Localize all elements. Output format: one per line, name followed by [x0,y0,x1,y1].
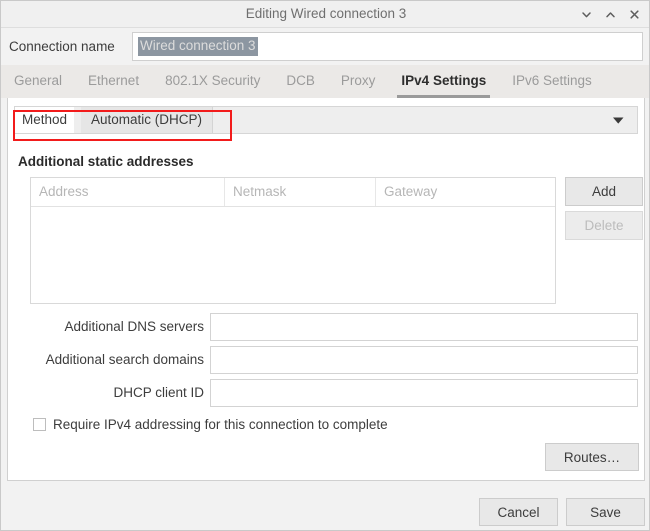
dns-servers-input[interactable] [210,313,638,341]
search-domains-row: Additional search domains [8,346,646,375]
dhcp-client-id-row: DHCP client ID [8,379,646,408]
column-header-address: Address [31,178,225,206]
column-header-gateway: Gateway [384,184,438,199]
tab-ipv4-settings[interactable]: IPv4 Settings [388,65,499,98]
method-combobox[interactable]: Method Automatic (DHCP) [14,106,638,134]
delete-address-button: Delete [565,211,643,240]
close-icon[interactable] [623,3,645,25]
window-controls [575,1,645,27]
tab-dcb[interactable]: DCB [273,65,328,98]
window-title: Editing Wired connection 3 [245,6,407,21]
dns-servers-label: Additional DNS servers [64,319,204,334]
title-bar: Editing Wired connection 3 [1,1,649,28]
table-header-row: Address Netmask Gateway [31,178,555,207]
search-domains-label: Additional search domains [45,352,204,367]
tab-ipv6-settings[interactable]: IPv6 Settings [499,65,605,98]
static-addresses-table[interactable]: Address Netmask Gateway [30,177,556,304]
maximize-icon[interactable] [599,3,621,25]
ipv4-settings-panel: Method Automatic (DHCP) Additional stati… [7,98,645,481]
tab-bar: General Ethernet 802.1X Security DCB Pro… [1,65,649,98]
require-ipv4-row[interactable]: Require IPv4 addressing for this connect… [33,414,388,434]
tab-proxy[interactable]: Proxy [328,65,389,98]
column-header-netmask: Netmask [225,178,376,206]
connection-name-row: Connection name Wired connection 3 [1,32,649,62]
tab-8021x-security[interactable]: 802.1X Security [152,65,273,98]
table-body-empty[interactable] [31,207,555,303]
minimize-icon[interactable] [575,3,597,25]
require-ipv4-label: Require IPv4 addressing for this connect… [53,416,388,432]
tab-general[interactable]: General [1,65,75,98]
connection-name-value: Wired connection 3 [138,37,258,56]
search-domains-input[interactable] [210,346,638,374]
save-button[interactable]: Save [566,498,645,526]
connection-name-label: Connection name [9,39,115,54]
add-address-button[interactable]: Add [565,177,643,206]
method-selected-value[interactable]: Automatic (DHCP) [81,107,214,133]
chevron-down-icon[interactable] [612,107,625,133]
cancel-button[interactable]: Cancel [479,498,558,526]
dhcp-client-id-input[interactable] [210,379,638,407]
editing-connection-dialog: Editing Wired connection 3 Connection na… [0,0,650,531]
method-label: Method [15,107,75,133]
connection-name-input[interactable]: Wired connection 3 [132,32,643,61]
require-ipv4-checkbox[interactable] [33,417,46,431]
dns-servers-row: Additional DNS servers [8,313,646,342]
routes-button[interactable]: Routes… [545,443,639,471]
tab-ethernet[interactable]: Ethernet [75,65,152,98]
static-addresses-title: Additional static addresses [18,154,194,169]
dhcp-client-id-label: DHCP client ID [113,385,204,400]
